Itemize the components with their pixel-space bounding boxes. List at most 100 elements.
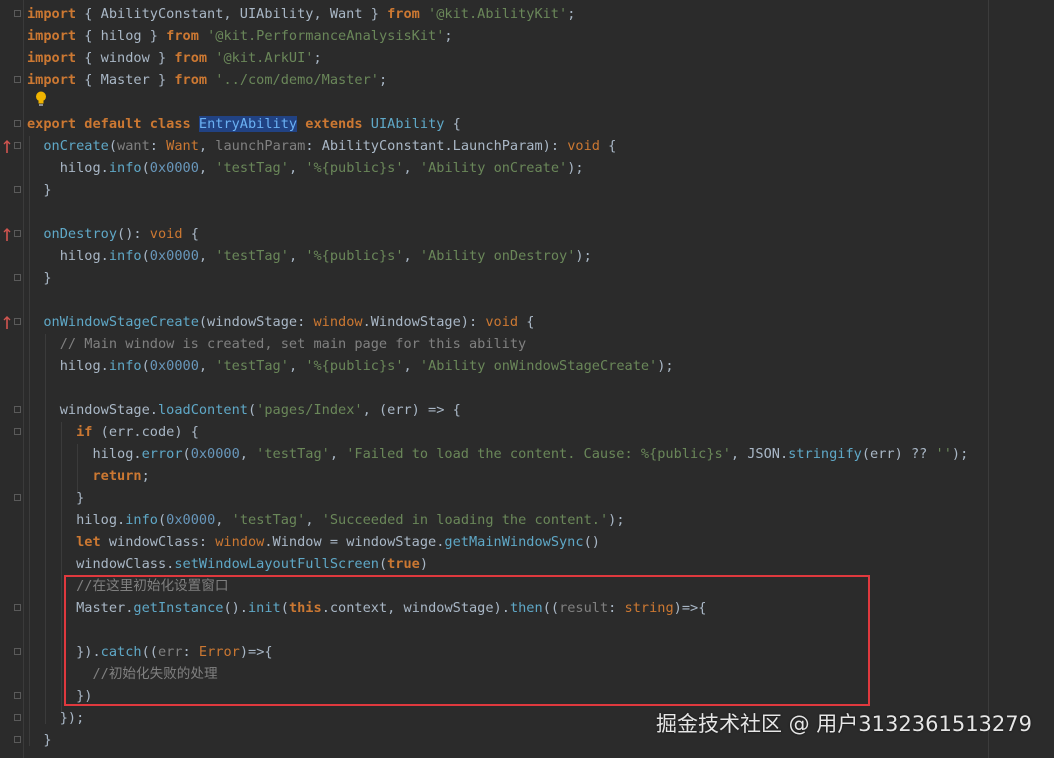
code-token: 'testTag' (231, 512, 306, 528)
code-token: ( (182, 446, 191, 462)
code-line-text: return; (27, 465, 150, 487)
code-line[interactable]: hilog.info(0x0000, 'testTag', 'Succeeded… (0, 509, 1054, 531)
code-token: : (149, 138, 167, 154)
code-line-text: } (27, 179, 52, 201)
code-line[interactable]: hilog.error(0x0000, 'testTag', 'Failed t… (0, 443, 1054, 465)
code-line-text: }); (27, 707, 85, 729)
code-line[interactable] (0, 289, 1054, 311)
code-line[interactable]: // Main window is created, set main page… (0, 333, 1054, 355)
code-token: info (108, 248, 142, 264)
code-token: window (313, 314, 363, 330)
code-token: '%{public}s' (305, 160, 404, 176)
code-line[interactable]: import { window } from '@kit.ArkUI'; (0, 47, 1054, 69)
code-token: , (305, 512, 322, 528)
code-line[interactable]: import { Master } from '../com/demo/Mast… (0, 69, 1054, 91)
code-line[interactable]: hilog.info(0x0000, 'testTag', '%{public}… (0, 245, 1054, 267)
code-token: ); (608, 512, 625, 528)
code-token: ) (419, 556, 429, 572)
code-line[interactable]: windowClass.setWindowLayoutFullScreen(tr… (0, 553, 1054, 575)
code-line[interactable]: import { AbilityConstant, UIAbility, Wan… (0, 3, 1054, 25)
code-token: EntryAbility (198, 116, 298, 132)
code-token: info (125, 512, 158, 528)
code-line[interactable]: windowStage.loadContent('pages/Index', (… (0, 399, 1054, 421)
code-token: ; (444, 28, 453, 44)
code-token: from (174, 72, 208, 88)
code-line[interactable] (0, 91, 1054, 113)
code-line-text: hilog.info(0x0000, 'testTag', 'Succeeded… (27, 509, 625, 531)
code-token: let (76, 534, 101, 550)
code-token: .Window = windowStage. (264, 534, 445, 550)
code-line-text: if (err.code) { (27, 421, 199, 443)
code-token: 0x0000 (149, 358, 199, 374)
code-token: from (166, 28, 199, 44)
code-line[interactable]: onDestroy(): void { (0, 223, 1054, 245)
code-token: 'Succeeded in loading the content.' (321, 512, 609, 528)
code-token: , (198, 248, 216, 264)
code-token: onWindowStageCreate (43, 314, 199, 330)
code-line[interactable]: return; (0, 465, 1054, 487)
code-token: windowClass. (27, 556, 175, 572)
code-token: 'Failed to load the content. Cause: %{pu… (346, 446, 731, 462)
code-line-text: } (27, 487, 84, 509)
code-token: (): (117, 226, 150, 242)
code-line[interactable]: if (err.code) { (0, 421, 1054, 443)
code-token: Want (166, 138, 199, 154)
code-token: } (27, 270, 52, 286)
code-line[interactable]: hilog.info(0x0000, 'testTag', '%{public}… (0, 355, 1054, 377)
code-line[interactable]: let windowClass: window.Window = windowS… (0, 531, 1054, 553)
code-token: onCreate (43, 138, 109, 154)
code-line-text: onCreate(want: Want, launchParam: Abilit… (27, 135, 616, 157)
code-token: 'testTag' (215, 248, 289, 264)
code-line[interactable]: export default class EntryAbility extend… (0, 113, 1054, 135)
code-line[interactable] (0, 201, 1054, 223)
code-line-text: export default class EntryAbility extend… (27, 113, 461, 135)
code-line-text: hilog.info(0x0000, 'testTag', '%{public}… (27, 355, 674, 377)
code-line[interactable] (0, 377, 1054, 399)
code-token: import (27, 6, 77, 22)
code-token: import (27, 72, 77, 88)
code-token: 'Ability onWindowStageCreate' (419, 358, 658, 374)
code-token: } (27, 182, 52, 198)
code-token: setWindowLayoutFullScreen (174, 556, 379, 572)
code-token: launchParam (215, 138, 306, 154)
code-line[interactable]: hilog.info(0x0000, 'testTag', '%{public}… (0, 157, 1054, 179)
code-line-text: import { window } from '@kit.ArkUI'; (27, 47, 322, 69)
code-token: void (149, 226, 183, 242)
code-token: , (198, 160, 216, 176)
code-token: { AbilityConstant, UIAbility, Want } (76, 6, 388, 22)
code-line[interactable]: import { hilog } from '@kit.PerformanceA… (0, 25, 1054, 47)
code-line-text: onDestroy(): void { (27, 223, 199, 245)
code-token: true (387, 556, 420, 572)
code-token: windowStage. (27, 402, 158, 418)
code-line-text: windowClass.setWindowLayoutFullScreen(tr… (27, 553, 428, 575)
code-token: export (27, 116, 77, 132)
code-token: ( (141, 160, 150, 176)
code-token: ); (657, 358, 674, 374)
code-line[interactable]: } (0, 487, 1054, 509)
code-line-text: import { AbilityConstant, UIAbility, Wan… (27, 3, 575, 25)
code-token: stringify (788, 446, 862, 462)
code-token: (err) ?? (861, 446, 936, 462)
code-line-text: // Main window is created, set main page… (27, 333, 527, 355)
code-token: (err.code) { (92, 424, 199, 440)
code-token: from (174, 50, 208, 66)
code-token: hilog. (27, 358, 109, 374)
code-line[interactable]: } (0, 179, 1054, 201)
code-line[interactable]: } (0, 267, 1054, 289)
code-token: , (239, 446, 257, 462)
code-token: ( (141, 358, 150, 374)
code-token: hilog. (27, 512, 126, 528)
code-line[interactable]: onCreate(want: Want, launchParam: Abilit… (0, 135, 1054, 157)
code-token: { hilog } (76, 28, 167, 44)
highlight-annotation-box (64, 575, 870, 706)
code-token: { window } (76, 50, 175, 66)
watermark: 掘金技术社区 @ 用户3132361513279 (655, 712, 1032, 736)
code-line-text: import { Master } from '../com/demo/Mast… (27, 69, 387, 91)
code-token: 'Ability onCreate' (419, 160, 568, 176)
code-token: ( (141, 248, 150, 264)
code-token: ; (141, 468, 150, 484)
code-line[interactable]: onWindowStageCreate(windowStage: window.… (0, 311, 1054, 333)
code-token: window (215, 534, 265, 550)
